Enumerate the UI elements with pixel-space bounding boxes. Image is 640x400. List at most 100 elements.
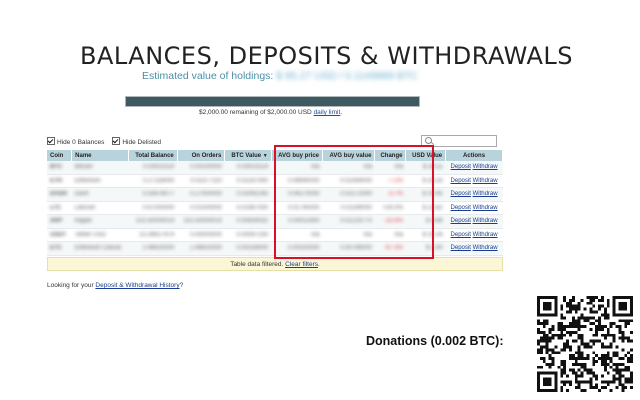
col-avg-buy-value[interactable]: AVG buy value (322, 150, 376, 161)
cell-name-value: Tether USD (74, 231, 106, 238)
cell-name-value: Ethereum Classic (74, 245, 122, 252)
withdraw-link[interactable]: Withdraw (473, 232, 498, 238)
col-change[interactable]: Change (374, 150, 407, 161)
cell-avg-buy-price-value: 0.00320000 (287, 245, 320, 252)
cell-total-balance-value: 2.46620000 (142, 245, 175, 252)
cell-actions: Deposit Withdraw (445, 187, 503, 202)
deposit-withdrawal-history-link[interactable]: Deposit & Withdrawal History (95, 282, 179, 289)
cell-actions: Deposit Withdraw (445, 201, 503, 215)
filter-checkboxes: Hide 0 Balances Hide Delisted (47, 137, 161, 146)
cell-total-balance: 2.46620000 (128, 241, 178, 256)
col-usd-value[interactable]: USD Value (405, 150, 447, 161)
cell-coin: ETC (47, 241, 72, 256)
withdraw-link[interactable]: Withdraw (473, 191, 498, 197)
cell-usd-value-value: $ 28.11 (423, 164, 443, 171)
col-btc-value[interactable]: BTC Value ▼ (224, 150, 272, 161)
cell-avg-buy-price-value: n/a (311, 164, 320, 171)
cell-name-value: Ripple (74, 218, 92, 225)
hide-delisted-checkbox[interactable] (112, 137, 121, 145)
hide-zero-balances-toggle[interactable]: Hide 0 Balances (47, 137, 104, 146)
withdraw-link[interactable]: Withdraw (473, 245, 498, 251)
cell-avg-buy-value: 0.01219770 (322, 214, 375, 229)
cell-coin-value: ETC (50, 245, 62, 252)
daily-limit-progress-fill (126, 97, 419, 106)
deposit-link[interactable]: Deposit (451, 232, 471, 238)
withdraw-link[interactable]: Withdraw (473, 164, 498, 170)
deposit-link[interactable]: Deposit (451, 205, 471, 211)
clear-filters-link[interactable]: Clear filters (285, 261, 318, 268)
cell-avg-buy-value-value: 0.01219770 (340, 218, 372, 225)
cell-usd-value-value: $ 2.40 (425, 245, 443, 252)
cell-avg-buy-value: n/a (322, 161, 375, 175)
cell-change-value: -7.2% (387, 177, 403, 184)
deposit-link[interactable]: Deposit (451, 164, 471, 170)
cell-total-balance: 102.50000014 (128, 214, 178, 229)
search-input[interactable] (421, 135, 497, 147)
cell-actions: Deposit Withdraw (445, 174, 503, 188)
cell-change-value: +24.0% (382, 204, 403, 211)
hide-delisted-toggle[interactable]: Hide Delisted (112, 137, 161, 146)
col-coin[interactable]: Coin (47, 150, 73, 161)
daily-limit-tail: . (340, 109, 343, 116)
cell-avg-buy-value: 0.00789000 (322, 241, 375, 256)
cell-change: -3.7% (374, 187, 406, 202)
cell-usd-value-value: $ 10.34 (422, 231, 443, 238)
cell-on-orders: 0.01000000 (177, 201, 225, 215)
cell-name: Dash (71, 187, 129, 202)
cell-btc-value: 0.00934032 (224, 214, 272, 229)
cell-total-balance-value: 102.50000014 (135, 218, 175, 225)
withdraw-link[interactable]: Withdraw (473, 218, 498, 224)
cell-usd-value-value: $ 13.82 (422, 204, 443, 211)
cell-usd-value: $ 8.68 (405, 214, 446, 229)
cell-btc-value: 0.02092145 (224, 187, 272, 202)
deposit-link[interactable]: Deposit (451, 218, 471, 224)
cell-coin-value: USDT (50, 231, 67, 238)
deposit-link[interactable]: Deposit (451, 245, 471, 251)
cell-btc-value-value: 0.02187000 (236, 177, 269, 184)
hide-delisted-label: Hide Delisted (122, 139, 162, 146)
cell-usd-value-value: $ 8.68 (425, 218, 443, 225)
cell-change-value: -23.4% (383, 218, 403, 225)
cell-coin: USDT (47, 228, 72, 242)
cell-name-value: Litecoin (74, 204, 96, 211)
cell-coin-value: ETH (50, 177, 62, 184)
cell-avg-buy-value-value: 0.00789000 (340, 245, 372, 252)
col-avg-buy-price[interactable]: AVG buy price (271, 150, 324, 161)
hide-zero-balances-checkbox[interactable] (47, 137, 55, 145)
withdraw-link[interactable]: Withdraw (473, 178, 498, 184)
col-total-balance[interactable]: Total Balance (128, 150, 178, 161)
cell-total-balance: 0.67000000 (128, 201, 178, 215)
cell-on-orders-value: 0.02377110 (190, 177, 222, 184)
table-row: ETH Ethereum 0.27118000 0.02377110 0.0218700… (47, 174, 503, 188)
cell-name: Tether USD (71, 228, 129, 242)
filter-notice-tail: . (318, 261, 320, 268)
table-row: BTC Bitcoin 0.03023114 0.00100000 0.03023114… (47, 161, 503, 175)
cell-total-balance-value: 0.67000000 (142, 204, 175, 211)
cell-btc-value: 0.00258000 (224, 241, 272, 256)
daily-limit-link[interactable]: daily limit (314, 109, 341, 116)
estimated-holdings: Estimated value of holdings: $ 95.27 USD… (142, 70, 418, 82)
cell-usd-value-value: $ 19.45 (422, 191, 443, 198)
cell-avg-buy-value: 0.01199000 (322, 201, 375, 215)
col-btc-value-label: BTC Value (231, 152, 262, 159)
col-name[interactable]: Name (71, 150, 129, 161)
cell-actions: Deposit Withdraw (445, 214, 503, 229)
cell-btc-value-value: 0.00934032 (236, 218, 269, 225)
cell-btc-value: 0.00097230 (224, 228, 272, 242)
cell-btc-value: 0.03023114 (224, 161, 272, 175)
cell-actions: Deposit Withdraw (445, 161, 503, 175)
withdraw-link[interactable]: Withdraw (473, 205, 498, 211)
deposit-link[interactable]: Deposit (451, 178, 471, 184)
cell-coin-value: BTC (50, 164, 63, 171)
cell-avg-buy-price-value: 0.01790000 (287, 204, 320, 211)
cell-avg-buy-price-value: n/a (311, 231, 320, 238)
col-on-orders[interactable]: On Orders (177, 150, 226, 161)
cell-coin-value: LTC (50, 204, 62, 211)
cell-avg-buy-price: n/a (271, 228, 323, 242)
cell-btc-value: 0.02187000 (224, 174, 272, 188)
cell-name: Bitcoin (71, 161, 129, 175)
table-row: XRP Ripple 102.50000014 102.50000014 0.00934… (47, 214, 503, 229)
deposit-link[interactable]: Deposit (451, 191, 471, 197)
cell-on-orders: 2.46620000 (177, 241, 225, 256)
cell-on-orders-value: 0.00000000 (190, 231, 222, 238)
